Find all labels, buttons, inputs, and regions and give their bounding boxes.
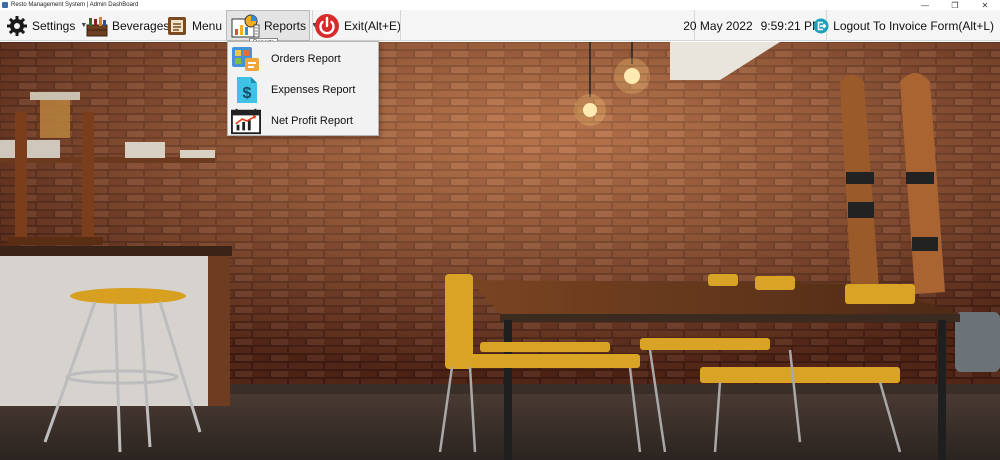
datetime-display: 20 May 2022 9:59:21 PM [683, 10, 822, 41]
menu-reports-label: Reports [264, 18, 307, 33]
power-icon [314, 13, 340, 39]
menu-exit-label: Exit(Alt+E) [344, 18, 402, 33]
svg-text:$: $ [243, 85, 252, 102]
gear-icon [6, 15, 28, 37]
orders-report-icon [231, 45, 261, 73]
menu-separator [400, 10, 401, 41]
current-date: 20 May 2022 [683, 18, 753, 33]
menu-logout-label: Logout To Invoice Form(Alt+L) [833, 18, 994, 33]
menu-reports[interactable]: Reports ▼ [226, 10, 318, 41]
menu-settings-label: Settings [32, 18, 76, 33]
title-bar: Resto Management System | Admin DashBoar… [0, 0, 1000, 10]
window-title: Resto Management System | Admin DashBoar… [11, 2, 139, 8]
menu-separator [312, 10, 313, 41]
beverages-icon [86, 15, 108, 37]
menu-icon [166, 15, 188, 37]
maximize-button[interactable]: ❐ [940, 0, 970, 10]
menu-bar: Settings ▼ Beverages ▼ [0, 10, 1000, 41]
menu-menu[interactable]: Menu ▼ [166, 10, 234, 41]
menu-item-net-profit-report[interactable]: Net Profit Report [228, 105, 378, 136]
expenses-report-icon: $ [231, 76, 261, 104]
app-window: Resto Management System | Admin DashBoar… [0, 0, 1000, 460]
reports-dropdown: Orders Report $ Expenses Report Net Prof… [227, 41, 379, 136]
restaurant-scene [0, 42, 1000, 460]
menu-settings[interactable]: Settings ▼ [6, 10, 87, 41]
menu-item-orders-report[interactable]: Orders Report [228, 43, 378, 74]
dashboard-background-image [0, 42, 1000, 460]
menu-item-expenses-report[interactable]: $ Expenses Report [228, 74, 378, 105]
menu-exit[interactable]: Exit(Alt+E) [314, 10, 401, 41]
logout-icon [813, 18, 829, 34]
reports-icon [230, 13, 260, 39]
expenses-report-label: Expenses Report [271, 83, 356, 96]
menu-menu-label: Menu [192, 18, 223, 33]
net-profit-report-icon [231, 107, 261, 135]
net-profit-report-label: Net Profit Report [271, 114, 353, 127]
close-button[interactable]: ✕ [970, 0, 1000, 10]
menu-beverages-label: Beverages [112, 18, 170, 33]
app-icon [2, 2, 8, 8]
menu-logout[interactable]: Logout To Invoice Form(Alt+L) [813, 10, 994, 41]
minimize-button[interactable]: — [910, 0, 940, 10]
orders-report-label: Orders Report [271, 52, 341, 65]
